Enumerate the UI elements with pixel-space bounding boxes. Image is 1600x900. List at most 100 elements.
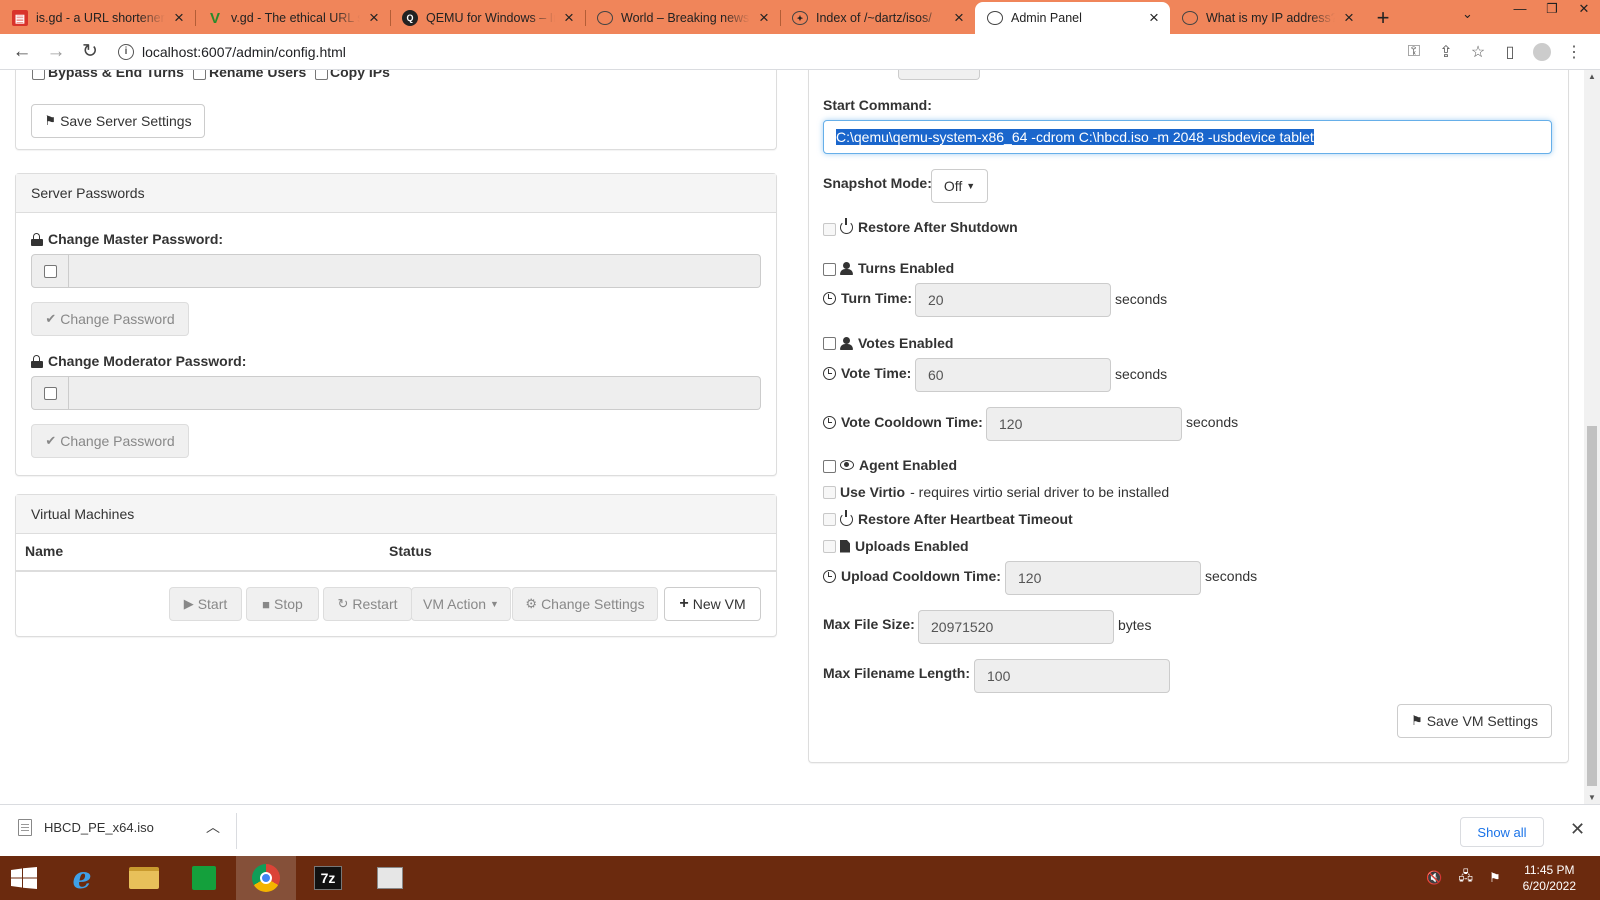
file-explorer-icon[interactable]: [114, 856, 174, 900]
scrollbar-thumb[interactable]: [1587, 426, 1597, 786]
close-tab-icon[interactable]: ×: [171, 9, 187, 26]
browser-tab[interactable]: ▤ is.gd - a URL shortener. Make URLs sho…: [0, 2, 195, 34]
copy-ips-checkbox[interactable]: [315, 70, 328, 80]
votes-enabled-checkbox[interactable]: [823, 337, 836, 350]
votes-enabled-label: Votes Enabled: [840, 335, 953, 351]
share-icon[interactable]: ⇪: [1430, 42, 1462, 62]
volume-muted-icon[interactable]: 🔇: [1426, 870, 1442, 886]
master-password-enable-checkbox[interactable]: [31, 254, 69, 288]
vote-time-input[interactable]: 60: [915, 358, 1111, 392]
close-tab-icon[interactable]: ×: [1146, 9, 1162, 26]
eye-icon: [840, 460, 854, 470]
close-window-icon[interactable]: ✕: [1568, 0, 1600, 22]
show-all-downloads-button[interactable]: Show all: [1460, 817, 1544, 847]
max-filename-length-input[interactable]: 100: [974, 659, 1170, 693]
restore-after-heartbeat-checkbox[interactable]: [823, 513, 836, 526]
profile-avatar-icon[interactable]: [1526, 43, 1558, 61]
start-button[interactable]: [0, 856, 48, 900]
change-settings-button[interactable]: ⚙ Change Settings: [512, 587, 658, 621]
uploads-enabled-checkbox[interactable]: [823, 540, 836, 553]
browser-tab-active[interactable]: Admin Panel ×: [975, 2, 1170, 34]
browser-tab[interactable]: V v.gd - The ethical URL shortener ×: [195, 2, 390, 34]
turn-time-input[interactable]: 20: [915, 283, 1111, 317]
turn-time-label: Turn Time:: [823, 290, 912, 306]
scroll-up-icon[interactable]: ▲: [1584, 72, 1600, 81]
restore-after-shutdown-checkbox[interactable]: [823, 223, 836, 236]
vote-cooldown-label: Vote Cooldown Time:: [823, 414, 983, 430]
agent-enabled-checkbox[interactable]: [823, 460, 836, 473]
address-bar[interactable]: i localhost:6007/admin/config.html: [108, 38, 1398, 66]
minimize-icon[interactable]: —: [1504, 0, 1536, 22]
action-center-flag-icon[interactable]: ⚑: [1489, 870, 1501, 886]
page-scrollbar[interactable]: ▲ ▼: [1584, 70, 1600, 804]
use-virtio-checkbox[interactable]: [823, 486, 836, 499]
side-panel-icon[interactable]: ▯: [1494, 42, 1526, 62]
save-server-settings-button[interactable]: ⚑ Save Server Settings: [31, 104, 205, 138]
close-tab-icon[interactable]: ×: [1341, 9, 1357, 26]
key-icon[interactable]: ⚿: [1398, 43, 1430, 61]
forward-icon[interactable]: →: [40, 36, 72, 68]
back-icon[interactable]: ←: [6, 36, 38, 68]
taskbar-clock[interactable]: 11:45 PM 6/20/2022: [1523, 862, 1576, 894]
start-command-input[interactable]: C:\qemu\qemu-system-x86_64 -cdrom C:\hbc…: [823, 120, 1552, 154]
save-vm-settings-button[interactable]: ⚑ Save VM Settings: [1397, 704, 1552, 738]
internet-explorer-icon[interactable]: e: [52, 856, 112, 900]
download-item[interactable]: HBCD_PE_x64.iso: [18, 819, 154, 836]
close-tab-icon[interactable]: ×: [756, 9, 772, 26]
browser-tab[interactable]: World – Breaking news ×: [585, 2, 780, 34]
close-tab-icon[interactable]: ×: [366, 9, 382, 26]
browser-tab[interactable]: Q QEMU for Windows – Installers ×: [390, 2, 585, 34]
moderator-password-enable-checkbox[interactable]: [31, 376, 69, 410]
caret-down-icon: ▼: [490, 599, 499, 609]
bypass-end-turns-checkbox[interactable]: [32, 70, 45, 80]
site-info-icon[interactable]: i: [118, 44, 134, 60]
moderator-password-input[interactable]: [69, 376, 761, 410]
chevron-up-icon[interactable]: ︿: [206, 817, 220, 837]
restore-icon[interactable]: ❐: [1536, 0, 1568, 22]
restart-vm-button[interactable]: ↻ Restart: [323, 587, 412, 621]
browser-tab[interactable]: What is my IP address? ×: [1170, 2, 1365, 34]
change-moderator-password-button[interactable]: ✔ Change Password: [31, 424, 189, 458]
vm-action-dropdown[interactable]: VM Action ▼: [411, 587, 511, 621]
table-header-divider: [16, 570, 776, 572]
stop-vm-button[interactable]: ■ Stop: [246, 587, 319, 621]
scroll-down-icon[interactable]: ▼: [1584, 793, 1600, 802]
start-vm-button[interactable]: ▶ Start: [169, 587, 242, 621]
tab-search-icon[interactable]: ⌄: [1462, 6, 1473, 22]
agent-enabled-label: Agent Enabled: [840, 457, 957, 473]
network-icon[interactable]: 🖧: [1458, 867, 1473, 889]
7zip-icon[interactable]: 7z: [298, 856, 358, 900]
gear-icon: ⚙: [525, 596, 538, 611]
change-master-password-button[interactable]: ✔ Change Password: [31, 302, 189, 336]
bookmark-star-icon[interactable]: ☆: [1462, 42, 1494, 62]
close-download-bar-icon[interactable]: ✕: [1570, 819, 1585, 840]
snapshot-mode-label: Snapshot Mode:: [823, 175, 932, 191]
document-viewer-icon[interactable]: [360, 856, 420, 900]
snapshot-mode-dropdown[interactable]: Off ▼: [931, 169, 988, 203]
master-password-input[interactable]: [69, 254, 761, 288]
upload-cooldown-input[interactable]: 120: [1005, 561, 1201, 595]
browser-tab[interactable]: ✦ Index of /~dartz/isos/ ×: [780, 2, 975, 34]
close-tab-icon[interactable]: ×: [951, 9, 967, 26]
previous-button-fragment[interactable]: [898, 70, 980, 80]
new-vm-button[interactable]: + New VM: [664, 587, 761, 621]
new-tab-icon[interactable]: +: [1365, 2, 1401, 34]
windows-logo-icon: [11, 867, 37, 889]
flag-icon: ⚑: [44, 113, 57, 128]
check-icon: ✔: [45, 311, 57, 326]
close-tab-icon[interactable]: ×: [561, 9, 577, 26]
menu-kebab-icon[interactable]: ⋮: [1558, 42, 1590, 62]
reload-icon[interactable]: ↻: [74, 36, 106, 68]
user-icon: [840, 336, 853, 350]
chrome-icon[interactable]: [236, 856, 296, 900]
lock-icon: [31, 354, 43, 368]
refresh-icon: ↻: [337, 596, 349, 611]
uploads-enabled-label: Uploads Enabled: [840, 538, 969, 554]
tab-title: World – Breaking news: [621, 11, 750, 25]
turns-enabled-checkbox[interactable]: [823, 263, 836, 276]
max-file-size-input[interactable]: 20971520: [918, 610, 1114, 644]
vote-cooldown-input[interactable]: 120: [986, 407, 1182, 441]
bypass-end-turns-label: Bypass & End Turns: [48, 70, 184, 80]
rename-users-checkbox[interactable]: [193, 70, 206, 80]
store-icon[interactable]: [174, 856, 234, 900]
